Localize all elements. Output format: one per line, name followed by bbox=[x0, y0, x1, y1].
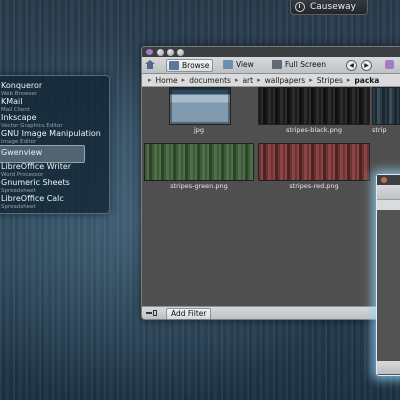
app-icon bbox=[385, 60, 394, 69]
file-thumbnail bbox=[169, 87, 231, 125]
breadcrumb-item[interactable]: Stripes bbox=[317, 76, 343, 85]
sidebar-toggle-icon[interactable] bbox=[146, 309, 158, 317]
launcher-item-name: LibreOffice Writer bbox=[1, 162, 72, 171]
file-grid: jpg stripes-black.png strip stripes-gree… bbox=[142, 87, 400, 306]
window-menu-icon[interactable] bbox=[146, 49, 153, 55]
file-thumbnail bbox=[258, 87, 370, 125]
minimize-button[interactable] bbox=[157, 49, 164, 56]
main-toolbar bbox=[377, 185, 400, 199]
file-manager-window: Browse View Full Screen ◀ ▶ ▸ Home ▸ doc… bbox=[141, 46, 400, 320]
launcher-item-name: Inkscape bbox=[1, 113, 37, 122]
breadcrumb: ▸ Home ▸ documents ▸ art ▸ wallpapers ▸ … bbox=[142, 74, 400, 87]
launcher-item-name: KMail bbox=[1, 97, 23, 106]
breadcrumb-arrow-icon: ▸ bbox=[148, 76, 152, 84]
file-item[interactable]: stripes-green.png bbox=[144, 143, 254, 193]
breadcrumb bbox=[377, 199, 400, 210]
file-name: stripes-green.png bbox=[170, 182, 228, 190]
add-filter-button[interactable]: Add Filter bbox=[166, 308, 212, 319]
secondary-window[interactable] bbox=[376, 174, 400, 376]
status-bar: Add Filter bbox=[142, 306, 400, 319]
breadcrumb-arrow-icon: ▸ bbox=[309, 76, 313, 84]
launcher-item-name: Konqueror bbox=[1, 81, 43, 90]
power-icon bbox=[295, 2, 305, 12]
next-icon[interactable]: ▶ bbox=[361, 60, 372, 71]
browse-label: Browse bbox=[182, 61, 210, 70]
launcher-item-name: GNU Image Manipulation bbox=[1, 129, 101, 138]
launcher-item-name: Gnumeric Sheets bbox=[1, 178, 70, 187]
launcher-item-name: LibreOffice Calc bbox=[1, 194, 64, 203]
file-thumbnail bbox=[372, 87, 400, 125]
taskbar-task-button[interactable]: Causeway bbox=[290, 0, 368, 15]
file-item[interactable]: stripes-red.png bbox=[258, 143, 370, 193]
launcher-item-libreoffice-calc[interactable]: LibreOffice Calc Spreadsheet bbox=[0, 192, 109, 216]
launcher-item-description: Spreadsheet bbox=[1, 204, 36, 210]
main-toolbar: Browse View Full Screen ◀ ▶ bbox=[142, 57, 400, 74]
view-button[interactable]: View bbox=[223, 59, 254, 70]
breadcrumb-arrow-icon: ▸ bbox=[346, 76, 351, 84]
file-name: stripes-black.png bbox=[286, 126, 342, 134]
fullscreen-icon bbox=[272, 60, 282, 69]
fullscreen-label: Full Screen bbox=[285, 60, 326, 69]
taskbar-task-label: Causeway bbox=[310, 2, 356, 12]
close-button[interactable] bbox=[177, 49, 184, 56]
breadcrumb-item[interactable]: art bbox=[242, 76, 253, 85]
previous-icon[interactable]: ◀ bbox=[346, 60, 357, 71]
fullscreen-button[interactable]: Full Screen bbox=[272, 59, 326, 70]
file-item[interactable]: jpg bbox=[164, 87, 234, 137]
breadcrumb-arrow-icon: ▸ bbox=[181, 76, 186, 84]
browse-icon bbox=[169, 61, 179, 70]
window-menu-icon[interactable] bbox=[381, 177, 387, 183]
breadcrumb-item[interactable]: wallpapers bbox=[265, 76, 306, 85]
window-titlebar[interactable] bbox=[142, 47, 400, 57]
application-launcher-menu: Konqueror Web Browser KMail Mail Client … bbox=[0, 75, 110, 214]
status-bar bbox=[377, 361, 400, 374]
window-titlebar[interactable] bbox=[377, 175, 400, 185]
file-name: stripes-red.png bbox=[289, 182, 339, 190]
browse-button[interactable]: Browse bbox=[166, 59, 214, 72]
file-item[interactable]: stripes-black.png bbox=[258, 87, 370, 137]
breadcrumb-arrow-icon: ▸ bbox=[234, 76, 239, 84]
file-name: strip bbox=[372, 126, 387, 134]
breadcrumb-current[interactable]: packa bbox=[354, 76, 379, 85]
breadcrumb-item[interactable]: documents bbox=[189, 76, 231, 85]
breadcrumb-arrow-icon: ▸ bbox=[257, 76, 261, 84]
launcher-item-name: Gwenview bbox=[1, 148, 43, 157]
view-label: View bbox=[236, 60, 254, 69]
file-name: jpg bbox=[193, 126, 205, 134]
home-icon[interactable] bbox=[145, 60, 155, 69]
view-icon bbox=[223, 60, 233, 69]
file-thumbnail bbox=[144, 143, 254, 181]
breadcrumb-item[interactable]: Home bbox=[156, 76, 178, 85]
file-item[interactable]: strip bbox=[372, 87, 400, 137]
maximize-button[interactable] bbox=[167, 49, 174, 56]
file-thumbnail bbox=[258, 143, 370, 181]
